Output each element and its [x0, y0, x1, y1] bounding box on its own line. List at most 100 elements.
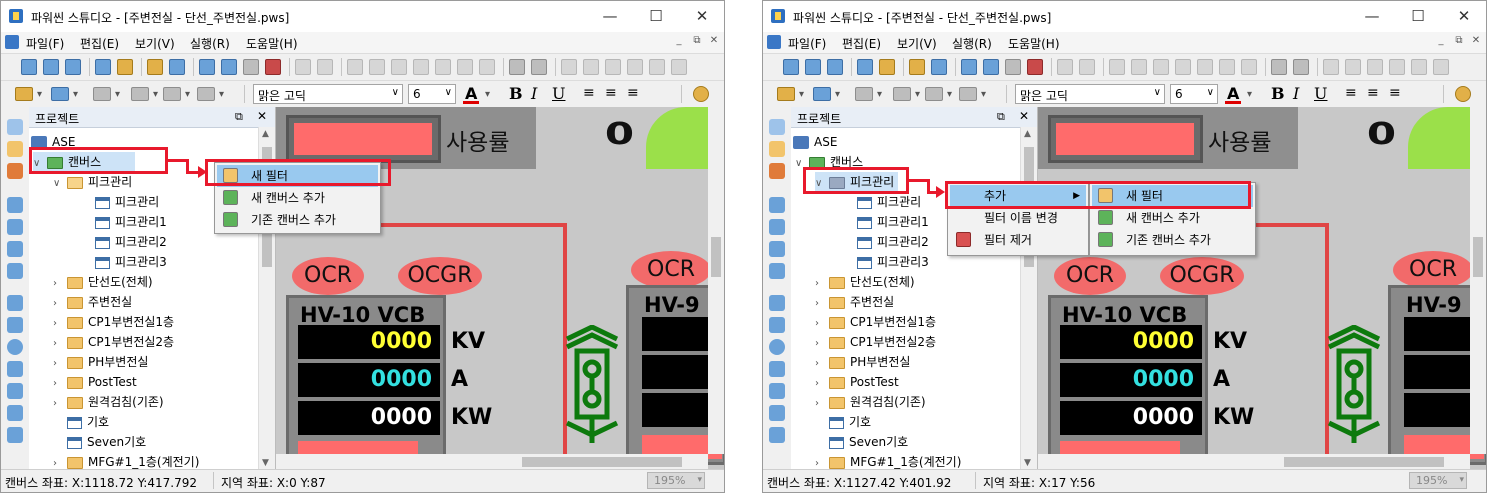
toolbar-icon[interactable]	[1345, 59, 1361, 75]
smiley-icon[interactable]	[693, 86, 709, 102]
toolbar-icon[interactable]	[1293, 59, 1309, 75]
toolbar-icon[interactable]	[21, 59, 37, 75]
line-color-icon[interactable]	[51, 87, 69, 101]
tree-item[interactable]: Seven기호	[53, 432, 146, 452]
connector-tool-icon[interactable]	[7, 427, 23, 443]
underline-button[interactable]: U	[1314, 84, 1327, 103]
tree-node-folder[interactable]: › 원격검침(기존)	[53, 392, 164, 412]
line-color-icon[interactable]	[813, 87, 831, 101]
submenu-item[interactable]: 기존 캔버스 추가	[1092, 229, 1253, 251]
toolbar-icon[interactable]	[1367, 59, 1383, 75]
toolbar-icon[interactable]	[295, 59, 311, 75]
dropdown-arrow-icon[interactable]: ▾	[915, 89, 920, 100]
zoom-select[interactable]: 195% ▾	[1409, 472, 1467, 489]
pin-icon[interactable]: ⧉	[235, 110, 243, 124]
scroll-down-icon[interactable]: ▼	[1024, 458, 1031, 468]
toolbar-icon[interactable]	[857, 59, 873, 75]
dropdown-arrow-icon[interactable]: ▾	[115, 89, 120, 100]
toolbar-icon[interactable]	[909, 59, 925, 75]
panel-close-button[interactable]: ✕	[1019, 109, 1029, 123]
scroll-thumb[interactable]	[1473, 237, 1483, 277]
toolbar-icon[interactable]	[1027, 59, 1043, 75]
tree-node-folder[interactable]: › PostTest	[815, 372, 899, 392]
toolbar-icon[interactable]	[221, 59, 237, 75]
toolbar-icon[interactable]	[243, 59, 259, 75]
line-width-icon[interactable]	[93, 87, 111, 101]
chevron-right-icon[interactable]: ›	[815, 274, 829, 294]
line-style-icon[interactable]	[131, 87, 149, 101]
toolbar-icon[interactable]	[435, 59, 451, 75]
minimize-button[interactable]: —	[587, 1, 633, 32]
scroll-down-icon[interactable]: ▼	[262, 458, 269, 468]
zoom-out-icon[interactable]	[769, 219, 785, 235]
tree-node-folder[interactable]: › 원격검침(기존)	[815, 392, 926, 412]
font-name-select[interactable]: 맑은 고딕 ∨	[1015, 84, 1165, 104]
toolbar-icon[interactable]	[961, 59, 977, 75]
tree-item-canvas[interactable]: 피크관리2	[843, 232, 929, 252]
polygon-tool-icon[interactable]	[7, 361, 23, 377]
line-width-icon[interactable]	[855, 87, 873, 101]
toolbar-icon[interactable]	[169, 59, 185, 75]
canvas-horizontal-scrollbar[interactable]	[276, 454, 708, 470]
toolbar-icon[interactable]	[605, 59, 621, 75]
menu-item[interactable]: 파일(F)	[788, 35, 826, 52]
dropdown-arrow-icon[interactable]: ▾	[981, 89, 986, 100]
toolbar-icon[interactable]	[117, 59, 133, 75]
zoom-out-icon[interactable]	[7, 219, 23, 235]
chevron-right-icon[interactable]: ›	[53, 314, 67, 334]
menu-item[interactable]: 실행(R)	[952, 35, 992, 52]
tree-item-canvas[interactable]: 피크관리3	[81, 252, 167, 272]
toolbar-icon[interactable]	[95, 59, 111, 75]
dropdown-arrow-icon[interactable]: ▾	[485, 89, 490, 100]
context-menu-item[interactable]: 필터 제거	[950, 229, 1086, 251]
polyline-tool-icon[interactable]	[769, 405, 785, 421]
toolbar-icon[interactable]	[1323, 59, 1339, 75]
chevron-down-icon[interactable]: ∨	[53, 174, 67, 194]
mdi-close-button[interactable]: ✕	[1468, 35, 1484, 49]
toolbar-icon[interactable]	[369, 59, 385, 75]
toolbar-icon[interactable]	[1175, 59, 1191, 75]
zoom-100-icon[interactable]	[7, 241, 23, 257]
chevron-right-icon[interactable]: ›	[53, 334, 67, 354]
chevron-right-icon[interactable]: ›	[815, 314, 829, 334]
tree-root-ase[interactable]: ASE	[779, 132, 837, 152]
chevron-right-icon[interactable]: ›	[815, 374, 829, 394]
maximize-button[interactable]: ☐	[633, 1, 679, 32]
toolbar-icon[interactable]	[1079, 59, 1095, 75]
pin-icon[interactable]: ⧉	[997, 110, 1005, 124]
scroll-thumb[interactable]	[1284, 457, 1444, 467]
align-left-icon[interactable]: ≡	[1345, 85, 1357, 101]
toolbar-icon[interactable]	[1389, 59, 1405, 75]
toolbar-icon[interactable]	[199, 59, 215, 75]
menu-item[interactable]: 편집(E)	[842, 35, 881, 52]
scroll-up-icon[interactable]: ▲	[262, 129, 269, 139]
menu-item[interactable]: 보기(V)	[897, 35, 937, 52]
toolbar-icon[interactable]	[649, 59, 665, 75]
zoom-select[interactable]: 195% ▾	[647, 472, 705, 489]
smiley-icon[interactable]	[1455, 86, 1471, 102]
polygon-tool-icon[interactable]	[769, 361, 785, 377]
menu-item[interactable]: 도움말(H)	[246, 35, 298, 52]
toolbar-icon[interactable]	[265, 59, 281, 75]
tree-node-folder[interactable]: › CP1부변전실2층	[53, 332, 174, 352]
tree-item[interactable]: 기호	[815, 412, 871, 432]
toolbar-icon[interactable]	[509, 59, 525, 75]
toolbar-icon[interactable]	[783, 59, 799, 75]
tree-node-folder[interactable]: › CP1부변전실1층	[815, 312, 936, 332]
toolbar-icon[interactable]	[931, 59, 947, 75]
toolbar-icon[interactable]	[1241, 59, 1257, 75]
mdi-restore-button[interactable]: ⧉	[689, 35, 705, 49]
dropdown-arrow-icon[interactable]: ▾	[835, 89, 840, 100]
toolbar-icon[interactable]	[347, 59, 363, 75]
arrow-start-icon[interactable]	[163, 87, 181, 101]
chevron-right-icon[interactable]: ›	[53, 274, 67, 294]
select-tool-icon[interactable]	[7, 163, 23, 179]
font-name-select[interactable]: 맑은 고딕 ∨	[253, 84, 403, 104]
dropdown-arrow-icon[interactable]: ▾	[219, 89, 224, 100]
toolbar-icon[interactable]	[805, 59, 821, 75]
connector-tool-icon[interactable]	[769, 427, 785, 443]
toolbar-icon[interactable]	[317, 59, 333, 75]
scroll-thumb[interactable]	[711, 237, 721, 277]
dropdown-arrow-icon[interactable]: ▾	[73, 89, 78, 100]
tree-node-folder[interactable]: › PostTest	[53, 372, 137, 392]
